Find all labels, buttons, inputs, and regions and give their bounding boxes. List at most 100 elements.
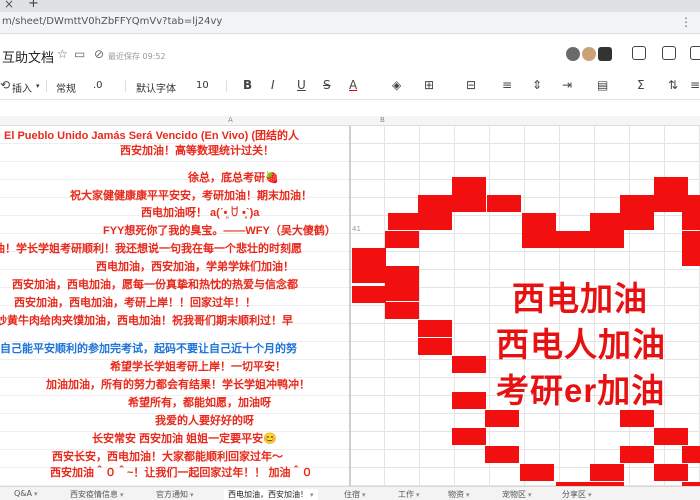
message-cell[interactable]: 希望所有，都能如愿，加油呀: [128, 396, 271, 410]
more-icon[interactable]: [690, 46, 700, 60]
message-cell[interactable]: 西安长安，西电加油！大家都能顺利回家过年～: [52, 450, 283, 464]
message-cell[interactable]: 希望学长学姐考研上岸！一切平安！: [110, 360, 286, 374]
chevron-down-icon[interactable]: ▾: [588, 491, 592, 499]
message-cell[interactable]: 加油加油，所有的努力都会有结果！学长学姐冲鸭冲！: [46, 378, 310, 392]
chevron-down-icon[interactable]: ▾: [528, 491, 532, 499]
collaborator-count-badge[interactable]: [598, 47, 612, 61]
sheet-tab[interactable]: Q&A ▾: [14, 489, 38, 498]
toolbar-divider: [125, 80, 126, 92]
sort-icon[interactable]: ⇅: [668, 78, 678, 92]
heart-cell: [418, 338, 452, 355]
chevron-down-icon[interactable]: ▾: [120, 491, 124, 499]
wrap-text-icon[interactable]: ⇥: [562, 78, 572, 92]
save-status: 最近保存 09:52: [108, 52, 166, 61]
document-header: 互助文档 ☆ ▭ ⊘ 最近保存 09:52: [0, 34, 700, 72]
sheet-tab[interactable]: 西电加油，西安加油！ ▾: [224, 489, 318, 500]
chevron-down-icon: ▾: [36, 82, 40, 90]
heart-cell: [522, 213, 556, 248]
checkbox-icon[interactable]: [632, 46, 646, 60]
sheet-tab[interactable]: 分享区 ▾: [562, 489, 592, 500]
heart-cell: [556, 231, 590, 248]
sheet-tab[interactable]: 住宿 ▾: [344, 489, 366, 500]
sheet-tab[interactable]: 官方通知 ▾: [156, 489, 194, 500]
text-color-button[interactable]: A: [349, 78, 357, 92]
browser-menu-icon[interactable]: ⋮: [680, 15, 692, 29]
font-family-select[interactable]: 默认字体: [136, 80, 176, 95]
heart-cell: [385, 231, 419, 248]
column-header-b[interactable]: B: [380, 116, 385, 124]
collaborator-avatar[interactable]: [566, 47, 580, 61]
chevron-down-icon[interactable]: ▾: [416, 491, 420, 499]
sheet-tab-label: 工作: [398, 490, 414, 499]
message-cell[interactable]: 徐总，底总考研🍓: [188, 171, 279, 185]
message-cell[interactable]: 炒黄牛肉给肉夹馍加油，西电加油！祝我哥们期末顺利过！早: [0, 314, 293, 328]
decimal-button[interactable]: .0: [93, 80, 103, 91]
chevron-down-icon[interactable]: ▾: [190, 491, 194, 499]
undo-icon[interactable]: ⟲: [0, 78, 10, 92]
insert-menu[interactable]: 插入: [12, 80, 32, 95]
sheet-tab[interactable]: 西安疫情信息 ▾: [70, 489, 124, 500]
heart-cell: [385, 266, 419, 301]
collaborator-avatar[interactable]: [582, 47, 596, 61]
underline-button[interactable]: U: [297, 78, 306, 92]
message-cell[interactable]: 祝大家健健康康平平安安，考研加油！期末加油！: [70, 189, 312, 203]
sheet-tab[interactable]: 工作 ▾: [398, 489, 420, 500]
chevron-down-icon[interactable]: ▾: [34, 490, 38, 498]
filter-icon[interactable]: ▤: [597, 78, 608, 92]
border-icon[interactable]: ⊞: [424, 78, 434, 92]
spreadsheet-area[interactable]: A B El Pueblo Unido Jamás Será Vencido (…: [0, 100, 700, 486]
message-cell[interactable]: El Pueblo Unido Jamás Será Vencido (En V…: [4, 129, 299, 143]
message-cell[interactable]: 西电加油呀！ a(ˊ•͈ ꇴ •͈ˋ)a: [141, 206, 259, 220]
message-cell[interactable]: FYY想死你了我的臭宝。——WFY（吴大傻鹤）: [103, 224, 336, 238]
more-tools-icon[interactable]: ≡: [690, 78, 700, 92]
toolbar-divider: [46, 80, 47, 92]
new-tab-button[interactable]: +: [28, 0, 39, 11]
sheet-tab-label: 分享区: [562, 490, 586, 499]
font-size-select[interactable]: 10: [196, 80, 209, 91]
merge-cells-icon[interactable]: ⊟: [466, 78, 476, 92]
message-cell[interactable]: 西安加油，西电加油，愿每一份真挚和热忱的热爱与信念都: [12, 278, 298, 292]
toolbar-divider: [226, 80, 227, 92]
message-cell[interactable]: 我爱的人要好好的呀: [155, 414, 254, 428]
message-cell[interactable]: 油！学长学姐考研顺利！我还想说一句我在每一个悲壮的时刻愿: [0, 242, 302, 256]
share-icon[interactable]: [662, 46, 676, 60]
sheet-tab-bar: Q&A ▾ 西安疫情信息 ▾ 官方通知 ▾ 西电加油，西安加油！ ▾ 住宿 ▾ 工作 ▾ 物资 ▾ 宠物区 ▾…: [0, 486, 700, 500]
sheet-tab-label: 官方通知: [156, 490, 188, 499]
cloud-saved-icon: ⊘: [94, 47, 105, 61]
document-title[interactable]: 互助文档: [2, 47, 54, 66]
align-vertical-icon[interactable]: ⇕: [532, 78, 542, 92]
italic-button[interactable]: I: [271, 78, 275, 92]
chevron-down-icon[interactable]: ▾: [310, 491, 314, 499]
chevron-down-icon[interactable]: ▾: [362, 491, 366, 499]
fill-color-icon[interactable]: ◈: [392, 78, 401, 92]
address-bar[interactable]: m/sheet/DWmttV0hZbFFYQmVv?tab=lj24vy ⋮: [0, 12, 700, 34]
message-cell[interactable]: 长安常安 西安加油 姐姐一定要平安😊: [92, 432, 277, 446]
number-format-select[interactable]: 常规: [56, 80, 76, 95]
heart-cell: [352, 248, 386, 283]
folder-icon[interactable]: ▭: [74, 47, 85, 61]
strikethrough-button[interactable]: S: [323, 78, 331, 92]
sheet-tab-label: 西电加油，西安加油！: [228, 490, 308, 499]
message-cell[interactable]: 西安加油！高等数理统计过关！: [120, 144, 274, 158]
close-tab-icon[interactable]: ×: [4, 0, 14, 11]
bold-button[interactable]: B: [243, 78, 252, 92]
formatting-toolbar: ⟲ 插入 ▾ 常规 .0 默认字体 10 B I U S A ◈ ⊞ ⊟ ≡ ⇕…: [0, 72, 700, 100]
heart-cell: [620, 195, 654, 230]
sheet-tab[interactable]: 宠物区 ▾: [502, 489, 532, 500]
sum-button[interactable]: Σ: [637, 78, 645, 92]
sheet-tab[interactable]: 物资 ▾: [448, 489, 470, 500]
message-cell[interactable]: 西安加油＾０＾~！让我们一起回家过年！！ 加油＾０: [50, 466, 312, 480]
column-divider: [349, 126, 351, 486]
column-header-a[interactable]: A: [228, 116, 233, 124]
message-cell[interactable]: 西电加油，西安加油，学弟学妹们加油！: [96, 260, 294, 274]
heart-cell: [352, 286, 386, 303]
heart-cell: [452, 428, 486, 445]
heart-line-2: 西电人加油: [496, 326, 666, 363]
chevron-down-icon[interactable]: ▾: [466, 491, 470, 499]
align-left-icon[interactable]: ≡: [502, 78, 512, 92]
star-icon[interactable]: ☆: [57, 47, 68, 61]
heart-cell: [654, 428, 688, 445]
message-cell[interactable]: 西安加油，西电加油，考研上岸！！回家过年！！: [14, 296, 256, 310]
url-text[interactable]: m/sheet/DWmttV0hZbFFYQmVv?tab=lj24vy: [2, 16, 222, 27]
message-cell[interactable]: 自己能平安顺利的参加完考试，起码不要让自己近十个月的努: [0, 342, 297, 356]
